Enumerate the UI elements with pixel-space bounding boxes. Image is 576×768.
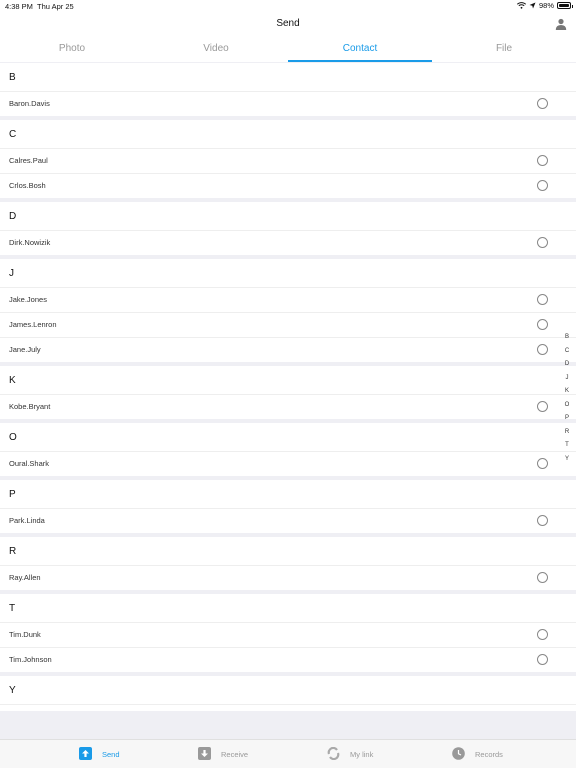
bottom-tab-label: Send	[102, 750, 120, 759]
status-time: 4:38 PM	[5, 2, 33, 11]
contact-row[interactable]: James.Lenron	[0, 312, 576, 337]
upload-icon	[79, 747, 92, 760]
section-header-r: R	[0, 537, 576, 565]
contact-name: Jake.Jones	[9, 295, 47, 304]
bottom-tab-label: Records	[475, 750, 503, 759]
download-icon	[198, 747, 211, 760]
contact-name: Oural.Shark	[9, 459, 50, 468]
section-header-j: J	[0, 259, 576, 287]
contact-row[interactable]: Ray.Allen	[0, 565, 576, 590]
select-radio[interactable]	[537, 654, 548, 665]
bottom-tab-receive[interactable]: Receive	[144, 740, 288, 768]
bottom-tab-bar: Send Receive My link Records	[0, 739, 576, 768]
tab-contact[interactable]: Contact	[288, 36, 432, 62]
tab-bar: Photo Video Contact File	[0, 36, 576, 62]
location-icon	[529, 2, 536, 9]
contact-row[interactable]: Calres.Paul	[0, 148, 576, 173]
tab-photo[interactable]: Photo	[0, 36, 144, 62]
select-radio[interactable]	[537, 458, 548, 469]
select-radio[interactable]	[537, 180, 548, 191]
select-radio[interactable]	[537, 401, 548, 412]
index-letter-c[interactable]: C	[562, 348, 572, 362]
section-header-o: O	[0, 423, 576, 451]
contact-name: Tim.Johnson	[9, 655, 52, 664]
index-letter-p[interactable]: P	[562, 415, 572, 429]
select-radio[interactable]	[537, 572, 548, 583]
battery-icon	[557, 2, 573, 9]
index-letter-y[interactable]: Y	[562, 456, 572, 470]
wifi-icon	[516, 2, 526, 9]
contact-row[interactable]: Baron.Davis	[0, 91, 576, 116]
contact-name: Park.Linda	[9, 516, 45, 525]
link-icon	[327, 747, 340, 760]
index-letter-r[interactable]: R	[562, 429, 572, 443]
select-radio[interactable]	[537, 237, 548, 248]
index-letter-j[interactable]: J	[562, 375, 572, 389]
status-right: 98%	[516, 1, 573, 10]
contact-name: Kobe.Bryant	[9, 402, 51, 411]
contact-list[interactable]: B Baron.Davis C Calres.Paul Crlos.Bosh D Dirk.…	[0, 63, 576, 711]
bottom-tab-send[interactable]: Send	[0, 740, 144, 768]
contact-row[interactable]: Kobe.Bryant	[0, 394, 576, 419]
select-radio[interactable]	[537, 515, 548, 526]
contact-name: Jane.July	[9, 345, 41, 354]
section-header-b: B	[0, 63, 576, 91]
index-letter-t[interactable]: T	[562, 442, 572, 456]
alphabet-index[interactable]: BCDJKOPRTY	[562, 334, 572, 469]
profile-icon[interactable]	[555, 18, 567, 30]
bottom-tab-records[interactable]: Records	[432, 740, 576, 768]
select-radio[interactable]	[537, 98, 548, 109]
contact-name: Baron.Davis	[9, 99, 50, 108]
contact-row[interactable]: Jake.Jones	[0, 287, 576, 312]
contact-row[interactable]: Park.Linda	[0, 508, 576, 533]
section-header-d: D	[0, 202, 576, 230]
contact-row[interactable]: Oural.Shark	[0, 451, 576, 476]
status-bar: 4:38 PM Thu Apr 25 98%	[0, 0, 576, 12]
select-radio[interactable]	[537, 629, 548, 640]
section-header-c: C	[0, 120, 576, 148]
section-header-y: Y	[0, 676, 576, 704]
contact-row[interactable]: Dirk.Nowizik	[0, 230, 576, 255]
battery-percent: 98%	[538, 1, 554, 10]
contact-name: Ray.Allen	[9, 573, 41, 582]
contact-name: Crlos.Bosh	[9, 181, 46, 190]
clock-icon	[452, 747, 465, 760]
page-title: Send	[276, 18, 300, 29]
select-radio[interactable]	[537, 344, 548, 355]
section-header-k: K	[0, 366, 576, 394]
contact-row[interactable]: Yao.Ming	[0, 704, 576, 711]
section-header-t: T	[0, 594, 576, 622]
contact-row[interactable]: Tim.Dunk	[0, 622, 576, 647]
contact-name: James.Lenron	[9, 320, 57, 329]
contact-name: Dirk.Nowizik	[9, 238, 51, 247]
contact-name: Calres.Paul	[9, 156, 48, 165]
select-radio[interactable]	[537, 294, 548, 305]
select-radio[interactable]	[537, 319, 548, 330]
tab-video[interactable]: Video	[144, 36, 288, 62]
contact-name: Tim.Dunk	[9, 630, 41, 639]
select-radio[interactable]	[537, 155, 548, 166]
bottom-tab-my-link[interactable]: My link	[288, 740, 432, 768]
contact-row[interactable]: Crlos.Bosh	[0, 173, 576, 198]
index-letter-k[interactable]: K	[562, 388, 572, 402]
navigation-bar: Send	[0, 12, 576, 36]
bottom-tab-label: Receive	[221, 750, 249, 759]
index-letter-b[interactable]: B	[562, 334, 572, 348]
tab-file[interactable]: File	[432, 36, 576, 62]
status-date: Thu Apr 25	[37, 2, 74, 11]
section-header-p: P	[0, 480, 576, 508]
index-letter-d[interactable]: D	[562, 361, 572, 375]
index-letter-o[interactable]: O	[562, 402, 572, 416]
contact-row[interactable]: Tim.Johnson	[0, 647, 576, 672]
contact-row[interactable]: Jane.July	[0, 337, 576, 362]
bottom-tab-label: My link	[350, 750, 374, 759]
